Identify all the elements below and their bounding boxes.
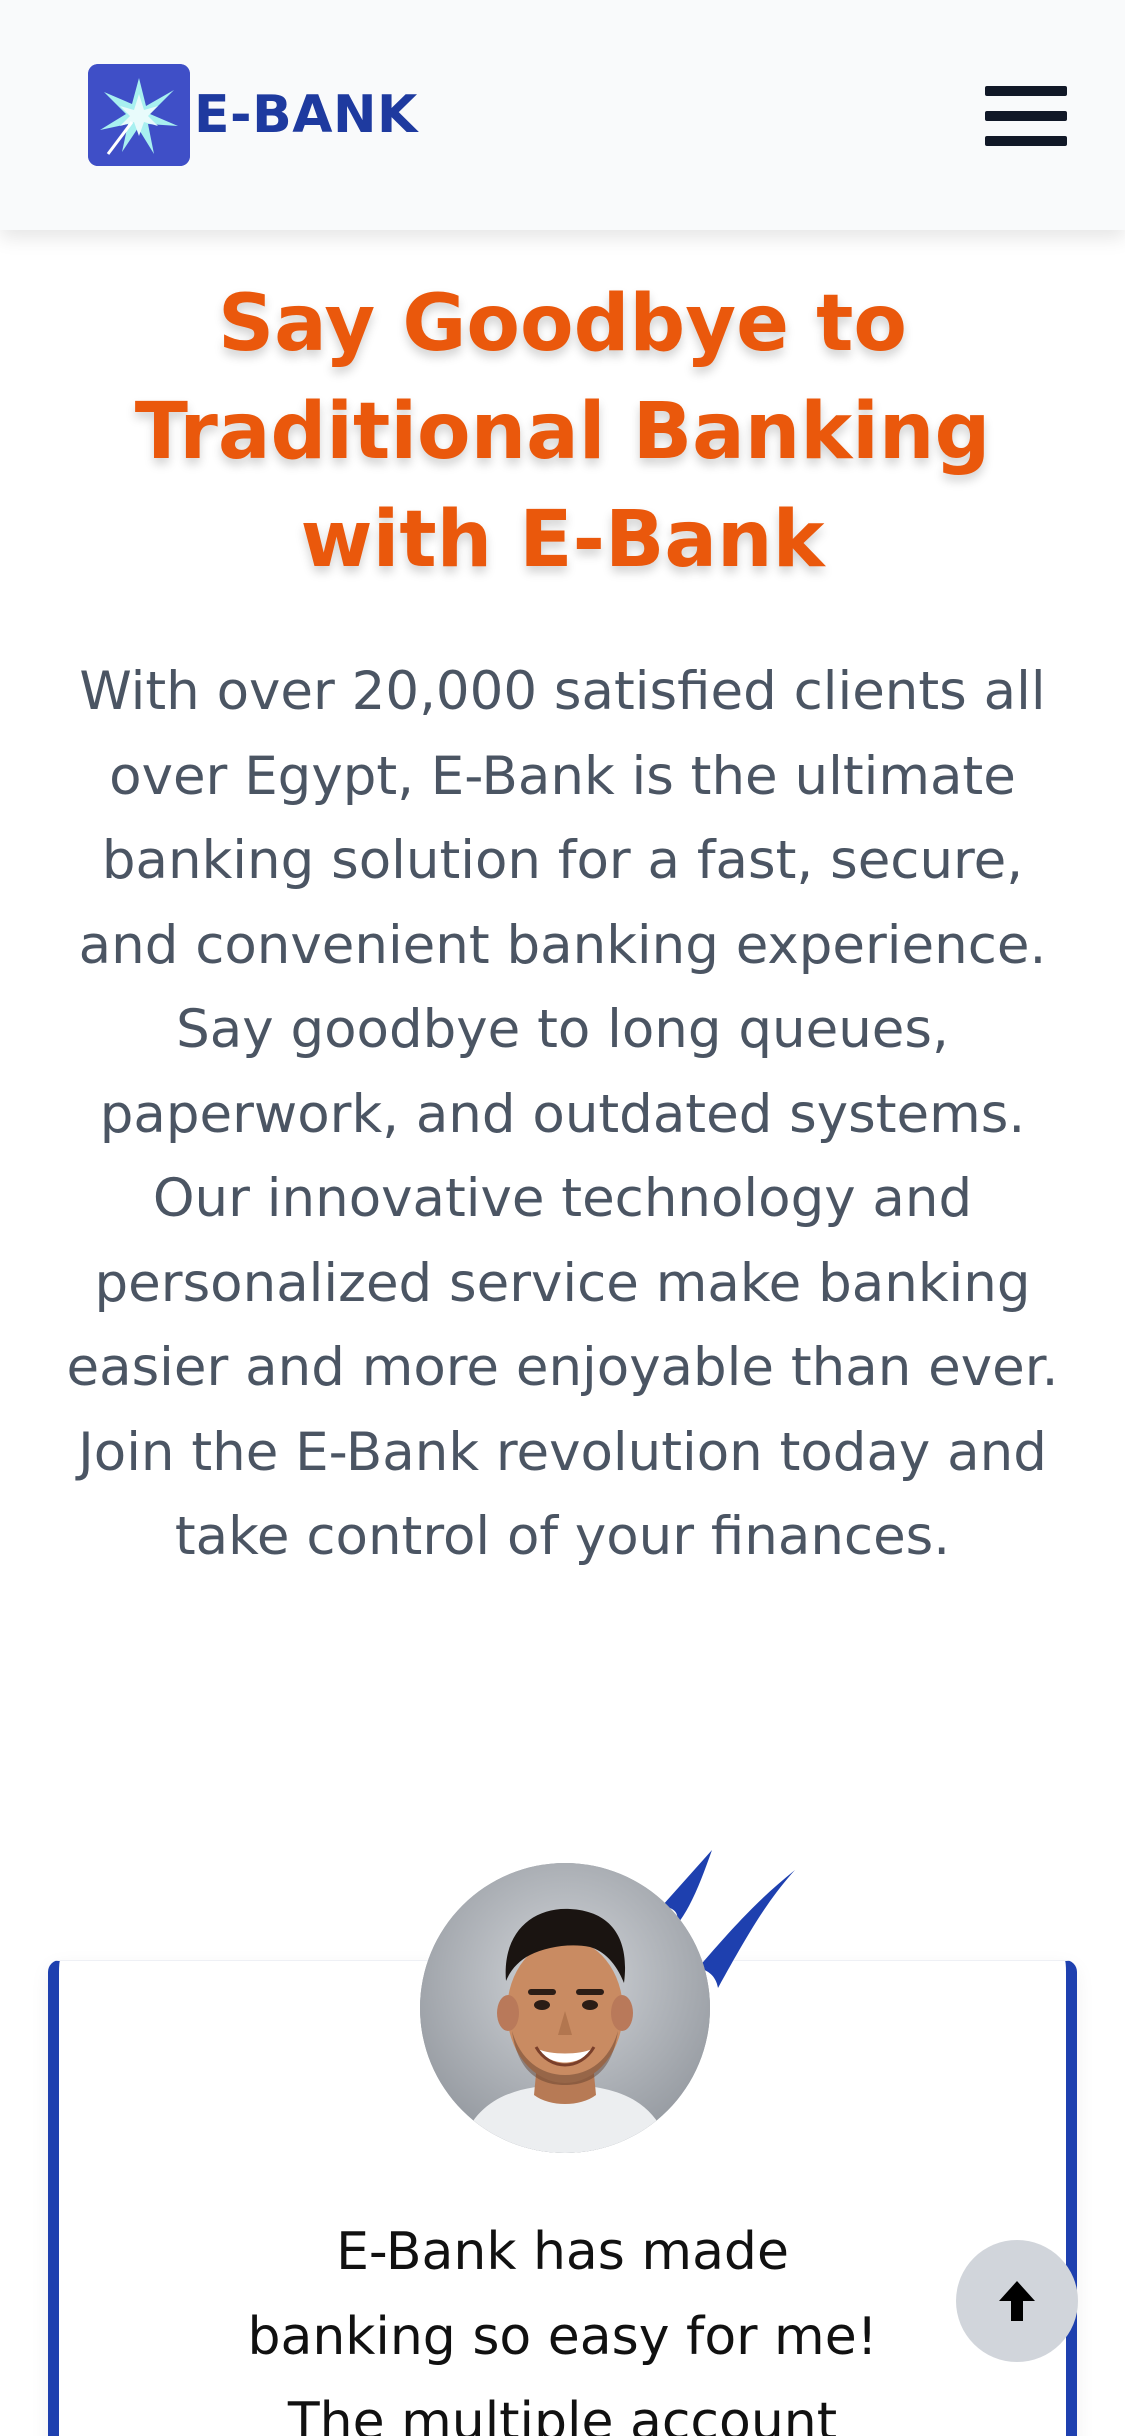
brand-logo[interactable]: E-BANK bbox=[88, 64, 418, 166]
hero-description: With over 20,000 satisfied clients all o… bbox=[48, 650, 1077, 1580]
top-navbar: E-BANK bbox=[0, 0, 1125, 230]
hero-description-line: Join the E-Bank revolution today and bbox=[78, 1421, 1047, 1483]
hero-description-line: over Egypt, E-Bank is the ultimate bbox=[109, 745, 1016, 807]
testimonial-line: banking so easy for me! bbox=[247, 2307, 878, 2367]
hero-description-line: With over 20,000 satisfied clients all bbox=[79, 661, 1046, 722]
testimonial-line: The multiple account bbox=[287, 2392, 838, 2436]
hero-title-line: with E-Bank bbox=[300, 495, 825, 585]
hero-description-line: and convenient banking experience. bbox=[78, 914, 1047, 976]
hero-description-line: take control of your finances. bbox=[174, 1506, 951, 1567]
testimonial-avatar bbox=[420, 1863, 710, 2153]
page: E-BANK Say Goodbye to Traditional Bankin… bbox=[0, 0, 1125, 2436]
hamburger-menu-icon[interactable] bbox=[985, 86, 1067, 146]
testimonial-line: E-Bank has made bbox=[336, 2222, 789, 2282]
arrow-up-icon bbox=[999, 2281, 1035, 2321]
hero-title: Say Goodbye to Traditional Banking with … bbox=[60, 270, 1065, 594]
hero-description-line: paperwork, and outdated systems. bbox=[99, 1083, 1026, 1145]
hero-description-line: easier and more enjoyable than ever. bbox=[66, 1337, 1059, 1398]
scroll-to-top-button[interactable] bbox=[956, 2240, 1078, 2362]
hero-description-line: banking solution for a fast, secure, bbox=[101, 830, 1024, 891]
brand-name: E-BANK bbox=[194, 85, 418, 145]
person-photo-icon bbox=[420, 1863, 710, 2153]
testimonial-quote: E-Bank has made banking so easy for me! … bbox=[210, 2210, 915, 2436]
hero-description-line: personalized service make banking bbox=[94, 1252, 1031, 1314]
starburst-logo-icon bbox=[88, 64, 190, 166]
hero-description-line: Our innovative technology and bbox=[152, 1168, 973, 1229]
hero-title-line: Say Goodbye to bbox=[217, 279, 908, 369]
hero-description-line: Say goodbye to long queues, bbox=[176, 999, 949, 1060]
hero-title-line: Traditional Banking bbox=[134, 387, 991, 477]
